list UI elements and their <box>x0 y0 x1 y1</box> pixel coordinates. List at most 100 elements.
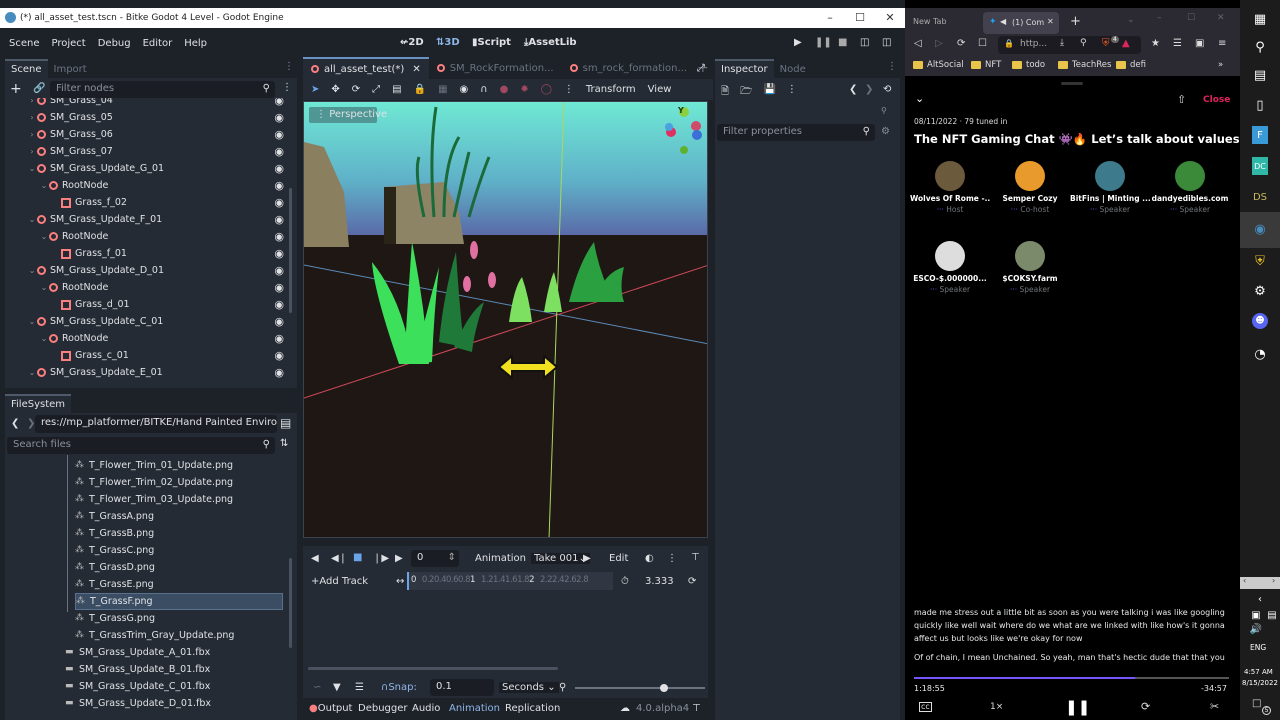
scene-tree-node[interactable]: ⌄ SM_Grass_Update_F_01 ◉ <box>5 211 290 228</box>
bottom-tab-animation[interactable]: Animation <box>449 703 500 714</box>
more-bookmarks-icon[interactable]: » <box>1218 60 1223 70</box>
group-icon[interactable]: ▦ <box>438 84 447 95</box>
scroll-right-icon[interactable]: › <box>1272 576 1275 585</box>
environment-preview-icon[interactable]: ✹ <box>520 84 528 95</box>
play-custom-scene-icon[interactable]: ◫ <box>882 37 891 48</box>
select-tool-icon[interactable]: ➤ <box>311 84 319 95</box>
scene-tree-node[interactable]: › SM_Grass_05 ◉ <box>5 109 290 126</box>
shield-app-icon[interactable]: ⛨ <box>1250 252 1270 272</box>
app-f-icon[interactable]: F <box>1252 126 1268 144</box>
forward-icon[interactable]: ▷ <box>935 38 943 49</box>
expand-panel-icon[interactable]: ⊤ <box>692 703 701 714</box>
tab-filesystem[interactable]: FileSystem <box>5 394 72 413</box>
minimize-button[interactable]: – <box>815 8 845 28</box>
scene-tree-node[interactable]: › SM_Grass_07 ◉ <box>5 143 290 160</box>
visibility-eye-icon[interactable]: ◉ <box>274 230 284 243</box>
bezier-icon[interactable]: ∽ <box>313 682 321 693</box>
file-item[interactable]: ⁂ T_GrassB.png <box>75 525 285 542</box>
scene-tree-node[interactable]: ⌄ RootNode ◉ <box>5 279 290 296</box>
rotate-tool-icon[interactable]: ⟳ <box>352 84 360 95</box>
visibility-eye-icon[interactable]: ◉ <box>274 111 284 124</box>
pin-icon[interactable]: ⊤ <box>691 552 700 563</box>
close-space-button[interactable]: Close <box>1203 95 1230 105</box>
track-hscrollbar[interactable] <box>308 667 558 670</box>
menu-help[interactable]: Help <box>178 38 213 49</box>
volume-icon[interactable]: 🔊 <box>1246 620 1266 640</box>
snap-toggle[interactable]: ∩Snap: <box>381 682 417 693</box>
notepad-icon[interactable]: ▯ <box>1250 96 1270 116</box>
visibility-eye-icon[interactable]: ◉ <box>274 281 284 294</box>
transform-menu[interactable]: Transform <box>586 84 636 95</box>
sun-preview-icon[interactable]: ● <box>500 84 509 95</box>
scene-tree-node[interactable]: Grass_f_01 ◉ <box>5 245 290 262</box>
bookmark-icon[interactable]: ☐ <box>978 38 987 49</box>
add-track-button[interactable]: +Add Track <box>311 576 368 587</box>
scene-tree-node[interactable]: Grass_c_01 ◉ <box>5 347 290 364</box>
maximize-button[interactable]: ☐ <box>1187 13 1195 23</box>
scene-options-icon[interactable]: ⋮ <box>282 82 292 93</box>
collapse-arrow-icon[interactable]: ⌄ <box>39 283 49 292</box>
path-field[interactable]: res://mp_platformer/BITKE/Hand Painted E… <box>35 415 277 433</box>
stop-icon[interactable]: ■ <box>838 37 847 48</box>
playhead[interactable] <box>407 572 409 590</box>
scene-tree-node[interactable]: ⌄ RootNode ◉ <box>5 330 290 347</box>
visibility-eye-icon[interactable]: ◉ <box>274 179 284 192</box>
tray-scrollbar[interactable]: ‹ › <box>1240 576 1280 589</box>
bookmark-teachres[interactable]: TeachRes <box>1058 60 1111 70</box>
scene-tree-node[interactable]: ⌄ SM_Grass_Update_E_01 ◉ <box>5 364 290 381</box>
scene-tree-node[interactable]: Grass_f_02 ◉ <box>5 194 290 211</box>
language-indicator[interactable]: ENG <box>1250 643 1266 652</box>
menu-icon[interactable]: ≡ <box>1218 38 1226 49</box>
animation-select[interactable]: Take 001⌄ <box>531 553 590 564</box>
back-icon[interactable]: ◁ <box>914 38 922 49</box>
collapse-arrow-icon[interactable]: ⌄ <box>27 215 37 224</box>
viewport-options-icon[interactable]: ⋮ <box>564 84 574 95</box>
history-icon[interactable]: ⟲ <box>883 84 891 95</box>
skip-forward-icon[interactable]: ⟳ <box>1141 700 1150 713</box>
bottom-tab-replication[interactable]: Replication <box>505 703 560 714</box>
play-anim-icon[interactable]: ▶ <box>395 553 403 564</box>
speaker-card[interactable]: Semper Cozy ··· Co-host <box>990 161 1070 214</box>
search-files-input[interactable]: Search files ⚲ <box>7 437 275 454</box>
history-back-icon[interactable]: ❮ <box>849 84 857 95</box>
new-tab-button[interactable]: + <box>1070 14 1081 29</box>
local-space-icon[interactable]: ◉ <box>460 84 469 95</box>
windows-start-icon[interactable]: ▦ <box>1250 10 1270 30</box>
visibility-eye-icon[interactable]: ◉ <box>274 332 284 345</box>
workspace-2d-button[interactable]: ↚2D <box>400 37 424 48</box>
search-icon[interactable]: ⚲ <box>1250 38 1270 58</box>
scene-tree-node[interactable]: › SM_Grass_04 ◉ <box>5 98 290 109</box>
tab-node[interactable]: Node <box>774 61 812 78</box>
menu-debug[interactable]: Debug <box>92 38 137 49</box>
link-icon[interactable]: 🔗 <box>33 83 45 94</box>
clip-scissors-icon[interactable]: ✂ <box>1210 700 1219 713</box>
collapse-arrow-icon[interactable]: ⌄ <box>27 317 37 326</box>
close-window-button[interactable]: ✕ <box>1217 13 1225 23</box>
close-tab-icon[interactable]: ✕ <box>1047 17 1054 26</box>
bookmark-todo[interactable]: todo <box>1012 60 1045 70</box>
file-item[interactable]: ⁂ T_Flower_Trim_02_Update.png <box>75 474 285 491</box>
gizmo-icon[interactable]: ◯ <box>541 84 552 95</box>
wallet-icon[interactable]: ▣ <box>1195 38 1204 49</box>
install-icon[interactable]: ⤓ <box>1060 38 1064 48</box>
pause-icon[interactable]: ❚❚ <box>815 37 832 48</box>
visibility-eye-icon[interactable]: ◉ <box>274 315 284 328</box>
frame-spinbox[interactable]: 0 ⇕ <box>411 550 459 567</box>
drag-handle[interactable] <box>1061 82 1083 85</box>
godot-taskbar-icon[interactable]: ◉ <box>1240 212 1280 248</box>
file-item[interactable]: ▬ SM_Grass_Update_D_01.fbx <box>65 695 275 712</box>
tab-all-asset-test[interactable]: all_asset_test(*) ✕ <box>303 57 429 79</box>
visibility-eye-icon[interactable]: ◉ <box>274 162 284 175</box>
speaker-card[interactable]: BitFins | Minting ... ··· Speaker <box>1070 161 1150 214</box>
expand-arrow-icon[interactable]: › <box>27 147 37 156</box>
collapse-arrow-icon[interactable]: ⌄ <box>39 334 49 343</box>
open-resource-icon[interactable]: 🗁 <box>740 84 752 101</box>
brave-rewards-icon[interactable]: ▲ <box>1122 38 1130 49</box>
recording-app-icon[interactable]: ◔ <box>1250 345 1270 365</box>
file-item[interactable]: ⁂ T_GrassE.png <box>75 576 285 593</box>
captions-icon[interactable]: cc <box>919 702 932 712</box>
play-backwards-start-icon[interactable]: ◀❘ <box>331 553 347 564</box>
zoom-icon[interactable]: ⚲ <box>1080 38 1087 48</box>
extensions-icon[interactable]: ★ <box>1151 38 1160 49</box>
bookmark-defi[interactable]: defi <box>1116 60 1146 70</box>
